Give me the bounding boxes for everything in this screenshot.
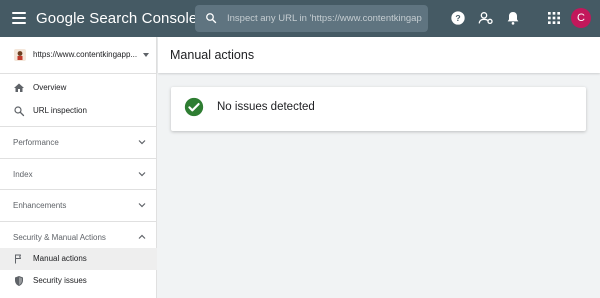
sidebar-item-label: Overview [33, 83, 67, 92]
top-app-bar: Google Search Console ? C [0, 0, 600, 37]
url-inspection-search[interactable] [195, 5, 428, 32]
sidebar-item-overview[interactable]: Overview [0, 77, 157, 99]
account-avatar[interactable]: C [571, 8, 591, 28]
sidebar-item-label: Manual actions [33, 254, 87, 263]
section-label: Index [13, 170, 33, 179]
search-icon [206, 13, 217, 24]
section-label: Security & Manual Actions [13, 233, 106, 242]
flag-icon [15, 254, 21, 264]
section-index[interactable]: Index [0, 159, 157, 190]
notifications-icon[interactable] [505, 10, 521, 26]
dropdown-caret-icon [143, 53, 149, 57]
svg-text:?: ? [455, 13, 460, 23]
sidebar-item-url-inspection[interactable]: URL inspection [0, 100, 157, 122]
sidebar-item-manual-actions[interactable]: Manual actions [0, 248, 157, 270]
section-performance[interactable]: Performance [0, 127, 157, 158]
section-label: Enhancements [13, 201, 67, 210]
check-circle-icon [184, 97, 204, 117]
sidebar-item-label: Security issues [33, 276, 87, 285]
shield-icon [15, 276, 23, 286]
menu-icon[interactable] [12, 12, 26, 24]
manage-users-icon[interactable] [478, 10, 494, 26]
app-title[interactable]: Google Search Console [36, 10, 197, 27]
search-input[interactable] [227, 5, 423, 32]
sidebar: https://www.contentkingapp... Overview U… [0, 37, 157, 298]
home-icon [14, 83, 24, 92]
property-selector[interactable]: https://www.contentkingapp... [0, 37, 157, 74]
chevron-up-icon [138, 234, 146, 239]
sidebar-item-security-issues[interactable]: Security issues [0, 270, 157, 292]
apps-grid-icon[interactable] [546, 10, 562, 26]
property-url: https://www.contentkingapp... [33, 50, 138, 59]
sidebar-item-label: URL inspection [33, 106, 87, 115]
status-card: No issues detected [171, 87, 586, 131]
help-icon[interactable]: ? [450, 10, 466, 26]
chevron-down-icon [138, 203, 146, 208]
section-enhancements[interactable]: Enhancements [0, 190, 157, 221]
page-title: Manual actions [170, 48, 255, 62]
page-header: Manual actions [158, 37, 600, 73]
search-icon [14, 106, 25, 117]
chevron-down-icon [138, 172, 146, 177]
divider [0, 73, 157, 74]
chevron-down-icon [138, 140, 146, 145]
site-favicon-icon [14, 49, 26, 61]
section-label: Performance [13, 138, 59, 147]
status-text: No issues detected [217, 101, 315, 113]
